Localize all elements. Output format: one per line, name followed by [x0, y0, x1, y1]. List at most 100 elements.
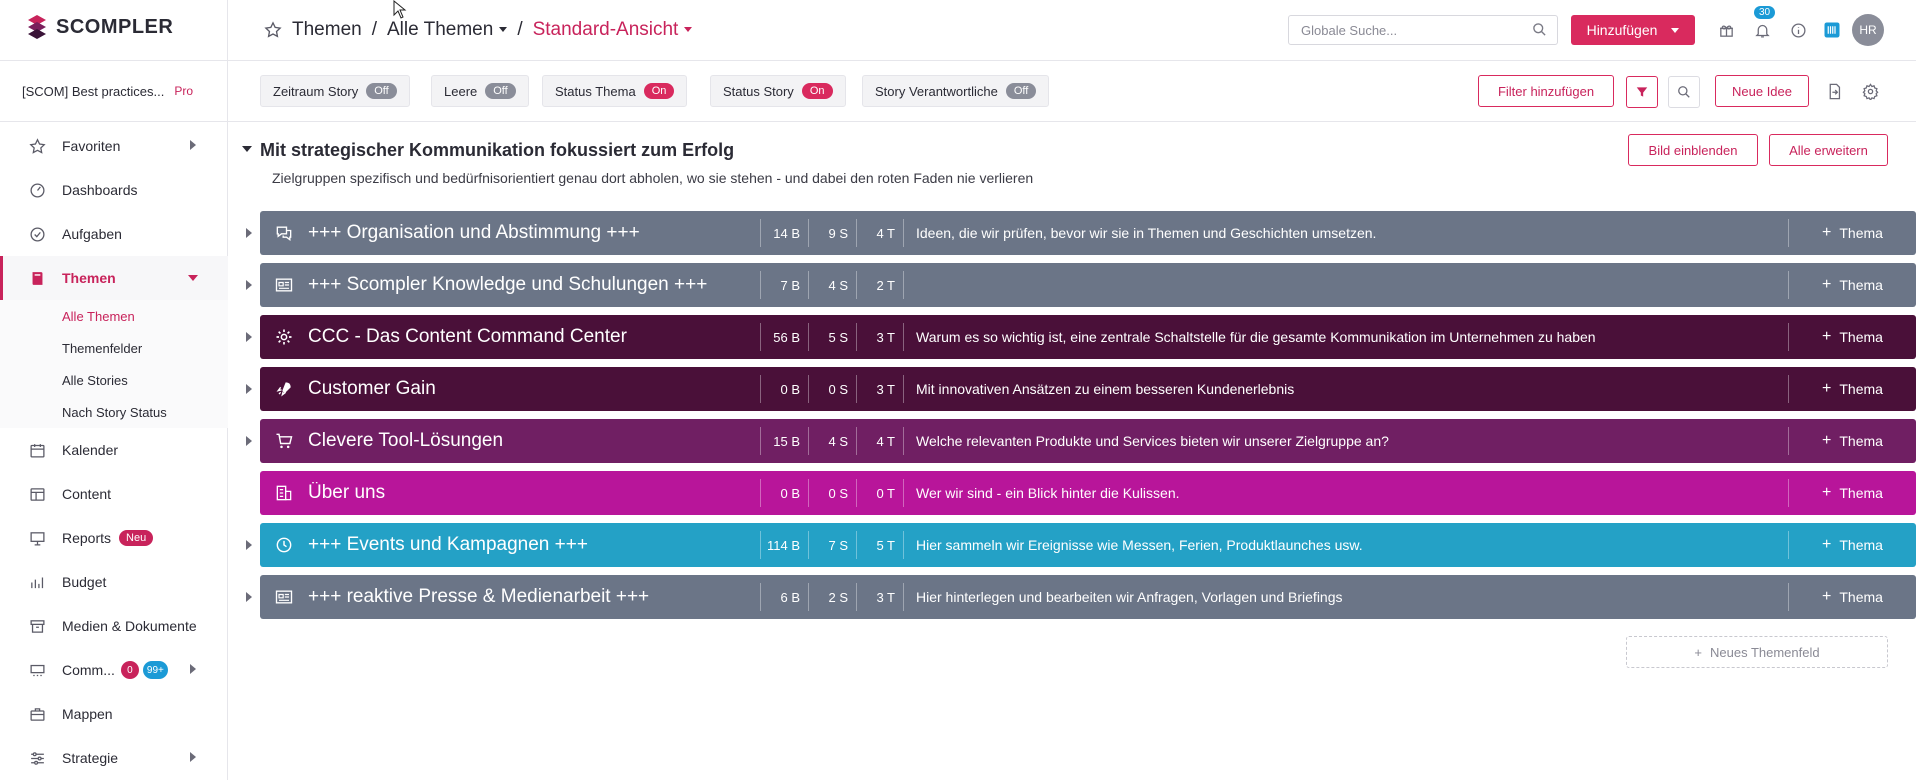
plus-icon: + [1694, 644, 1702, 660]
toggle-on[interactable]: On [801, 83, 833, 99]
sidebar-item-reports[interactable]: Reports Neu [0, 516, 228, 560]
toggle-on[interactable]: On [643, 83, 675, 99]
filter-chip-label: Leere [444, 83, 478, 99]
mouse-cursor-icon [393, 0, 407, 19]
breadcrumb-themen[interactable]: Themen [292, 19, 362, 41]
avatar[interactable]: HR [1852, 14, 1884, 46]
sidebar-item-strategie[interactable]: Strategie [0, 736, 228, 780]
sidebar-item-themen[interactable]: Themen [0, 256, 228, 300]
add-thema-label: Thema [1839, 225, 1883, 241]
filter-chip-label: Story Verantwortliche [875, 83, 998, 99]
add-thema-button[interactable]: + Thema [1788, 479, 1916, 507]
expand-row-icon[interactable] [246, 540, 252, 550]
filter-chip-status-thema[interactable]: Status Thema On [542, 75, 688, 107]
workspace-plan: Pro [174, 84, 194, 98]
global-search-input[interactable] [1288, 15, 1558, 45]
view-selector[interactable]: Standard-Ansicht [533, 19, 693, 41]
toggle-off[interactable]: Off [485, 83, 516, 99]
workspace-name: [SCOM] Best practices... [22, 83, 165, 99]
info-icon[interactable] [1788, 20, 1808, 40]
sidebar-subitem-themenfelder[interactable]: Themenfelder [0, 332, 228, 364]
main-content: Mit strategischer Kommunikation fokussie… [228, 122, 1916, 780]
theme-field-bar[interactable]: Über uns 0 B0 S0 T Wer wir sind - ein Blic… [260, 471, 1916, 515]
expand-row-icon[interactable] [246, 592, 252, 602]
sidebar-item-favoriten[interactable]: Favoriten [0, 124, 228, 168]
expand-row-icon[interactable] [246, 436, 252, 446]
filter-chip-leere[interactable]: Leere Off [431, 75, 529, 107]
logo[interactable]: SCOMPLER [26, 14, 173, 40]
theme-field-bar[interactable]: Clevere Tool-Lösungen 15 B4 S4 T Welche re… [260, 419, 1916, 463]
theme-field-bar[interactable]: Customer Gain 0 B0 S3 T Mit innovativen An… [260, 367, 1916, 411]
expand-row-icon[interactable] [246, 384, 252, 394]
count-b: 6 B [760, 583, 808, 611]
add-thema-button[interactable]: + Thema [1788, 583, 1916, 611]
sidebar-item-budget[interactable]: Budget [0, 560, 228, 604]
count-t: 0 T [856, 479, 904, 507]
sidebar-item-label: Reports [62, 530, 112, 546]
toggle-off[interactable]: Off [1005, 83, 1037, 99]
sidebar-item-content[interactable]: Content [0, 472, 228, 516]
add-thema-label: Thema [1839, 537, 1883, 553]
expand-row-icon[interactable] [246, 280, 252, 290]
theme-field-name: +++ Organisation und Abstimmung +++ [308, 222, 640, 243]
filter-chip-zeitraum-story[interactable]: Zeitraum Story Off [260, 75, 410, 107]
gift-icon[interactable] [1716, 20, 1736, 40]
theme-field-bar[interactable]: +++ Scompler Knowledge und Schulungen ++… [260, 263, 1916, 307]
add-button[interactable]: Hinzufügen [1571, 15, 1695, 45]
theme-field-bar[interactable]: +++ Organisation und Abstimmung +++ 14 B9… [260, 211, 1916, 255]
chevron-right-icon [190, 140, 196, 150]
workspace-switcher[interactable]: [SCOM] Best practices... Pro [0, 60, 228, 122]
count-s: 2 S [808, 583, 856, 611]
star-icon[interactable] [264, 21, 282, 39]
add-thema-button[interactable]: + Thema [1788, 323, 1916, 351]
collapse-section-icon[interactable] [242, 146, 252, 152]
sidebar-item-kalender[interactable]: Kalender [0, 428, 228, 472]
add-thema-button[interactable]: + Thema [1788, 375, 1916, 403]
sidebar-subitem-alle-themen[interactable]: Alle Themen [0, 300, 228, 332]
theme-field-row: +++ Events und Kampagnen +++ 114 B7 S5 T H… [228, 523, 1916, 567]
export-icon[interactable] [1826, 83, 1843, 103]
new-badge: Neu [119, 530, 154, 546]
theme-field-bar[interactable]: +++ reaktive Presse & Medienarbeit +++ 6 … [260, 575, 1916, 619]
new-theme-field-label: Neues Themenfeld [1709, 644, 1820, 660]
filter-chip-status-story[interactable]: Status Story On [710, 75, 846, 107]
sidebar-item-mappen[interactable]: Mappen [0, 692, 228, 736]
add-thema-button[interactable]: + Thema [1788, 531, 1916, 559]
sidebar-subitem-nach-story-status[interactable]: Nach Story Status [0, 396, 228, 428]
sidebar-item-community[interactable]: Comm... 0 99+ [0, 648, 228, 692]
breadcrumb-alle-themen[interactable]: Alle Themen [386, 19, 508, 41]
filter-icon[interactable] [1626, 76, 1658, 108]
sidebar-item-dashboards[interactable]: Dashboards [0, 168, 228, 212]
theme-field-bar[interactable]: CCC - Das Content Command Center 56 B5 S3… [260, 315, 1916, 359]
expand-row-icon[interactable] [246, 332, 252, 342]
expand-all-button[interactable]: Alle erweitern [1769, 134, 1888, 166]
add-thema-button[interactable]: + Thema [1788, 427, 1916, 455]
filter-chip-story-verantwortliche[interactable]: Story Verantwortliche Off [862, 75, 1050, 107]
show-image-button[interactable]: Bild einblenden [1628, 134, 1758, 166]
breadcrumb: Themen / Alle Themen / Standard-Ansicht [264, 0, 693, 60]
bell-icon[interactable] [1752, 20, 1772, 40]
unread-badge: 0 [120, 661, 139, 679]
settings-gear-icon[interactable] [1862, 83, 1879, 103]
plus-icon: + [1822, 588, 1832, 605]
expand-row-icon[interactable] [246, 228, 252, 238]
chevron-down-icon [1671, 27, 1680, 33]
sidebar-subitem-alle-stories[interactable]: Alle Stories [0, 364, 228, 396]
new-idea-button[interactable]: Neue Idee [1715, 75, 1809, 107]
search-icon[interactable] [1532, 22, 1547, 40]
theme-field-bar[interactable]: +++ Events und Kampagnen +++ 114 B7 S5 T H… [260, 523, 1916, 567]
sidebar-item-medien[interactable]: Medien & Dokumente [0, 604, 228, 648]
add-thema-button[interactable]: + Thema [1788, 271, 1916, 299]
sidebar-item-label: Aufgaben [62, 226, 122, 242]
theme-field-row: +++ Scompler Knowledge und Schulungen ++… [228, 263, 1916, 307]
count-s: 4 S [808, 271, 856, 299]
new-theme-field-button[interactable]: + Neues Themenfeld [1626, 636, 1888, 668]
add-thema-button[interactable]: + Thema [1788, 219, 1916, 247]
toggle-off[interactable]: Off [366, 83, 397, 99]
search-icon[interactable] [1668, 76, 1700, 108]
breadcrumb-separator: / [371, 19, 377, 40]
add-filter-button[interactable]: Filter hinzufügen [1478, 75, 1614, 107]
app-icon[interactable] [1822, 20, 1842, 40]
sidebar-item-aufgaben[interactable]: Aufgaben [0, 212, 228, 256]
breadcrumb-label: Alle Themen [386, 19, 494, 40]
